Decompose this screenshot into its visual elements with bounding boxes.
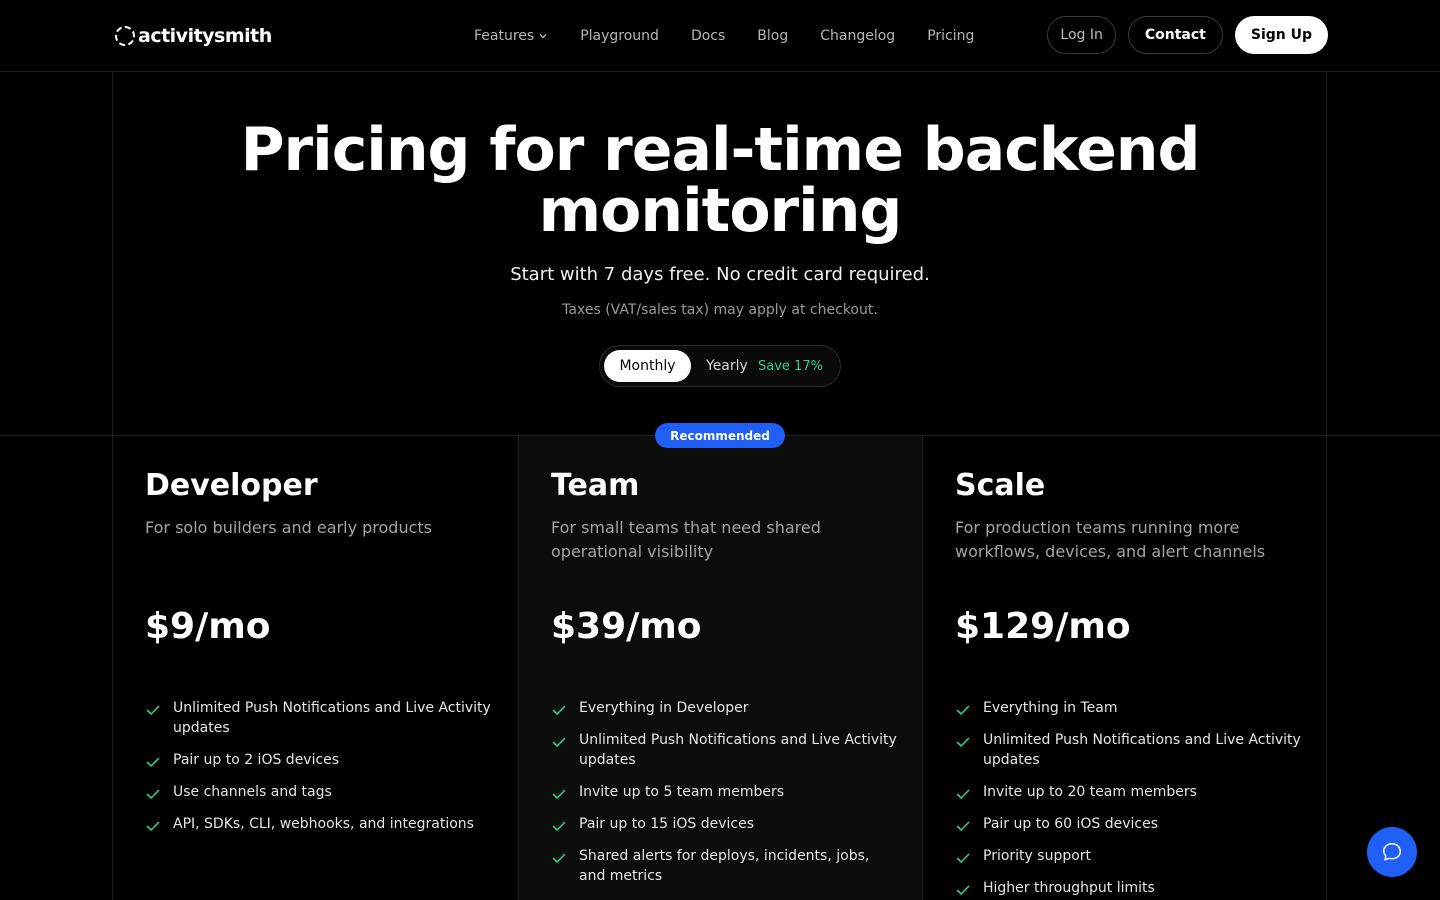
feature-item: Pair up to 2 iOS devices: [145, 750, 505, 770]
check-icon: [956, 853, 970, 863]
feature-item: Everything in Developer: [551, 698, 911, 718]
brand-name: activitysmith: [138, 25, 272, 47]
frame-line-left: [112, 72, 113, 900]
logo-mark-icon: [115, 26, 135, 46]
hero-subtitle: Start with 7 days free. No credit card r…: [510, 264, 930, 285]
feature-item: Everything in Team: [955, 698, 1315, 718]
nav-features[interactable]: Features: [474, 28, 548, 44]
plan-name: Developer: [145, 468, 318, 503]
feature-text: API, SDKs, CLI, webhooks, and integratio…: [173, 816, 474, 832]
nav-blog[interactable]: Blog: [757, 28, 788, 44]
nav-pricing[interactable]: Pricing: [927, 28, 974, 44]
feature-text: Pair up to 60 iOS devices: [983, 816, 1158, 832]
feature-item: Unlimited Push Notifications and Live Ac…: [145, 698, 505, 738]
recommended-badge: Recommended: [655, 423, 785, 448]
feature-item: Priority support: [955, 846, 1315, 866]
feature-item: Invite up to 5 team members: [551, 782, 911, 802]
brand-logo[interactable]: activitysmith: [115, 24, 272, 48]
check-icon: [956, 737, 970, 747]
feature-text: Unlimited Push Notifications and Live Ac…: [173, 700, 491, 736]
feature-text: Unlimited Push Notifications and Live Ac…: [579, 732, 897, 768]
plan-divider-2: [922, 436, 923, 900]
feature-item: Unlimited Push Notifications and Live Ac…: [955, 730, 1315, 770]
plan-price: $39/mo: [551, 606, 702, 647]
login-button[interactable]: Log In: [1047, 16, 1116, 54]
check-icon: [956, 885, 970, 895]
plan-price: $9/mo: [145, 606, 271, 647]
feature-text: Higher throughput limits: [983, 880, 1155, 896]
plan-name: Scale: [955, 468, 1046, 503]
feature-item: API, SDKs, CLI, webhooks, and integratio…: [145, 814, 505, 834]
contact-button[interactable]: Contact: [1127, 16, 1223, 54]
nav-features-label: Features: [474, 28, 535, 44]
feature-item: Shared alerts for deploys, incidents, jo…: [551, 846, 911, 886]
plan-price: $129/mo: [955, 606, 1131, 647]
plan-divider-1: [518, 436, 519, 900]
check-icon: [146, 821, 160, 831]
nav-links: Features Playground Docs Blog Changelog …: [474, 0, 974, 72]
feature-text: Everything in Developer: [579, 700, 749, 716]
feature-text: Everything in Team: [983, 700, 1118, 716]
feature-text: Priority support: [983, 848, 1092, 864]
check-icon: [146, 789, 160, 799]
feature-text: Shared alerts for deploys, incidents, jo…: [579, 848, 870, 884]
check-icon: [552, 789, 566, 799]
feature-item: Pair up to 60 iOS devices: [955, 814, 1315, 834]
chevron-down-icon: [539, 34, 547, 39]
check-icon: [552, 705, 566, 715]
check-icon: [146, 757, 160, 767]
billing-monthly-option[interactable]: Monthly: [604, 350, 691, 382]
billing-toggle: Monthly Yearly Save 17%: [599, 345, 841, 387]
plan-description: For production teams running more workfl…: [955, 518, 1266, 561]
top-nav: activitysmith Features Playground Docs B…: [0, 0, 1440, 72]
nav-actions: Log In Contact Sign Up: [1047, 16, 1328, 54]
feature-text: Unlimited Push Notifications and Live Ac…: [983, 732, 1301, 768]
yearly-savings-label: Save 17%: [758, 358, 823, 374]
feature-list: Unlimited Push Notifications and Live Ac…: [145, 698, 505, 846]
nav-changelog[interactable]: Changelog: [820, 28, 895, 44]
check-icon: [552, 737, 566, 747]
plan-description: For solo builders and early products: [145, 518, 433, 537]
feature-item: Unlimited Push Notifications and Live Ac…: [551, 730, 911, 770]
check-icon: [552, 853, 566, 863]
nav-playground[interactable]: Playground: [580, 28, 659, 44]
feature-item: Use channels and tags: [145, 782, 505, 802]
feature-text: Invite up to 20 team members: [983, 784, 1197, 800]
page-title: Pricing for real-time backend monitoring: [240, 115, 1201, 246]
check-icon: [956, 821, 970, 831]
frame-line-right: [1326, 72, 1327, 900]
check-icon: [552, 821, 566, 831]
check-icon: [146, 705, 160, 715]
plan-name: Team: [551, 468, 640, 503]
feature-text: Invite up to 5 team members: [579, 784, 785, 800]
feature-list: Everything in Team Unlimited Push Notific…: [955, 698, 1315, 900]
chat-bubble-icon: [1383, 843, 1401, 861]
signup-button[interactable]: Sign Up: [1234, 16, 1328, 54]
feature-list: Everything in Developer Unlimited Push No…: [551, 698, 911, 898]
nav-docs[interactable]: Docs: [691, 28, 725, 44]
feature-item: Pair up to 15 iOS devices: [551, 814, 911, 834]
check-icon: [956, 789, 970, 799]
feature-text: Use channels and tags: [173, 784, 332, 800]
plan-description: For small teams that need shared operati…: [551, 518, 821, 561]
feature-text: Pair up to 2 iOS devices: [173, 752, 340, 768]
feature-item: Higher throughput limits: [955, 878, 1315, 898]
billing-yearly-option[interactable]: Yearly: [706, 346, 748, 386]
feature-text: Pair up to 15 iOS devices: [579, 816, 754, 832]
chat-button[interactable]: [1367, 827, 1417, 877]
check-icon: [956, 705, 970, 715]
tax-note: Taxes (VAT/sales tax) may apply at check…: [562, 302, 878, 318]
feature-item: Invite up to 20 team members: [955, 782, 1315, 802]
